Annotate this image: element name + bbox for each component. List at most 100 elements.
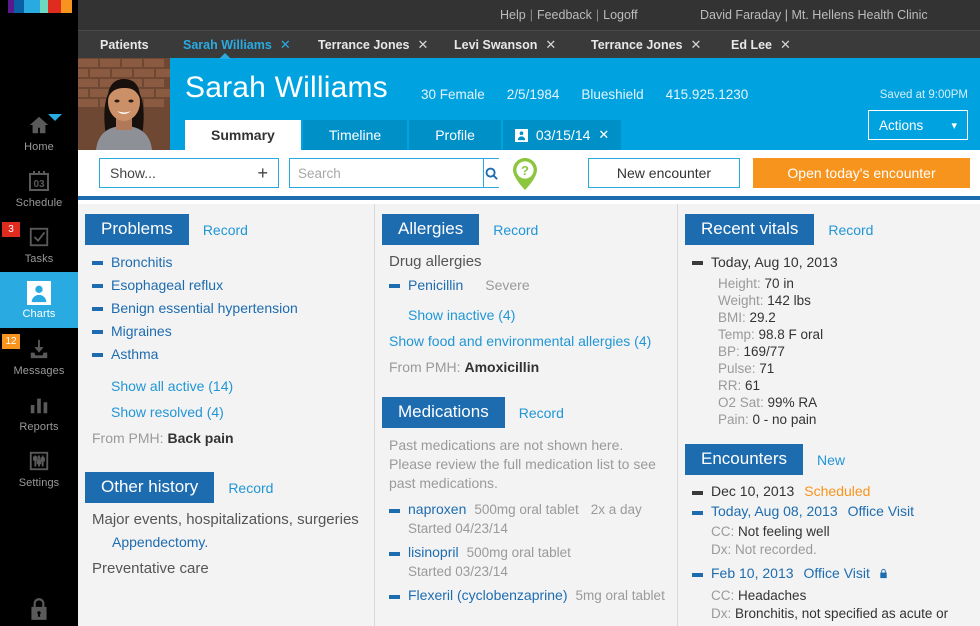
medication-name[interactable]: naproxen: [408, 501, 466, 517]
allergies-record-link[interactable]: Record: [493, 222, 538, 238]
problem-item[interactable]: Migraines: [92, 322, 364, 341]
problem-label[interactable]: Asthma: [111, 345, 158, 364]
top-utility-bar: Help | Feedback | Logoff David Faraday | Mt.…: [78, 0, 980, 31]
bullet-dash-icon[interactable]: [92, 284, 103, 288]
bullet-dash-icon[interactable]: [692, 573, 703, 577]
tab-profile[interactable]: Profile: [409, 120, 501, 150]
new-encounter-button[interactable]: New encounter: [588, 158, 740, 188]
problem-label[interactable]: Benign essential hypertension: [111, 299, 298, 318]
medications-record-link[interactable]: Record: [519, 405, 564, 421]
encounter-date[interactable]: Feb 10, 2013: [711, 565, 794, 581]
medication-item[interactable]: Flexeril (cyclobenzaprine) 5mg oral table…: [389, 587, 667, 605]
problem-label[interactable]: Migraines: [111, 322, 172, 341]
bullet-dash-icon[interactable]: [92, 307, 103, 311]
patient-tab-sarah-williams[interactable]: Sarah Williams ✕: [183, 31, 291, 58]
medication-frequency: 2x a day: [590, 502, 642, 517]
vital-value: 99% RA: [767, 395, 818, 410]
bullet-dash-icon[interactable]: [389, 552, 400, 556]
medication-dose: 500mg oral tablet: [466, 545, 571, 560]
problems-record-link[interactable]: Record: [203, 222, 248, 238]
help-link[interactable]: Help: [500, 8, 526, 22]
other-history-record-link[interactable]: Record: [228, 480, 273, 496]
logoff-link[interactable]: Logoff: [603, 8, 638, 22]
encounters-new-link[interactable]: New: [817, 452, 845, 468]
search-input[interactable]: [290, 159, 483, 187]
vital-row: Pulse: 71: [718, 360, 970, 377]
search-icon[interactable]: [483, 159, 499, 187]
lock-icon[interactable]: [0, 594, 78, 624]
patient-tab-patients[interactable]: Patients: [100, 31, 149, 58]
patient-tab-ed-lee[interactable]: Ed Lee ✕: [731, 31, 791, 58]
show-resolved-link[interactable]: Show resolved (4): [111, 402, 364, 422]
sidebar-item-reports[interactable]: Reports: [0, 384, 78, 440]
allergy-name[interactable]: Penicillin: [408, 276, 463, 295]
allergies-title: Allergies: [382, 214, 480, 245]
sidebar-item-messages[interactable]: 12 Messages: [0, 328, 78, 384]
problem-label[interactable]: Bronchitis: [111, 253, 172, 272]
plus-icon: +: [257, 163, 268, 183]
bullet-dash-icon[interactable]: [692, 511, 703, 515]
tab-summary[interactable]: Summary: [185, 120, 301, 150]
bullet-dash-icon[interactable]: [92, 261, 103, 265]
sidebar-item-schedule[interactable]: 03 Schedule: [0, 160, 78, 216]
close-icon[interactable]: ✕: [690, 38, 701, 51]
tab-03-15-14[interactable]: 03/15/14 ✕: [502, 120, 622, 150]
encounter-type[interactable]: Office Visit: [848, 503, 914, 519]
other-history-title: Other history: [85, 472, 215, 503]
encounter-item[interactable]: Today, Aug 08, 2013 Office Visit: [692, 503, 970, 521]
bullet-dash-icon[interactable]: [92, 353, 103, 357]
close-icon[interactable]: ✕: [545, 38, 556, 51]
sidebar-item-settings[interactable]: Settings: [0, 440, 78, 496]
allergies-pmh-label: From PMH:: [389, 359, 461, 375]
bullet-dash-icon[interactable]: [389, 284, 400, 288]
patient-tab-label: Sarah Williams: [183, 37, 272, 52]
allergies-show-inactive-link[interactable]: Show inactive (4): [408, 305, 667, 325]
problem-item[interactable]: Asthma: [92, 345, 364, 364]
bullet-dash-icon[interactable]: [389, 595, 400, 599]
recent-vitals-record-link[interactable]: Record: [828, 222, 873, 238]
sidebar-item-home[interactable]: Home: [0, 104, 78, 160]
problem-item[interactable]: Bronchitis: [92, 253, 364, 272]
encounter-type[interactable]: Office Visit: [804, 565, 870, 581]
medication-name[interactable]: lisinopril: [408, 544, 459, 560]
encounter-item[interactable]: Feb 10, 2013 Office Visit: [692, 565, 970, 585]
sidebar-item-tasks[interactable]: 3 Tasks: [0, 216, 78, 272]
patient-tab-levi-swanson[interactable]: Levi Swanson ✕: [454, 31, 556, 58]
actions-button[interactable]: Actions ▾: [868, 110, 968, 140]
patient-tab-terrance-jones[interactable]: Terrance Jones ✕: [591, 31, 701, 58]
open-todays-encounter-button[interactable]: Open today's encounter: [753, 158, 970, 188]
close-icon[interactable]: ✕: [780, 38, 791, 51]
bullet-dash-icon[interactable]: [389, 509, 400, 513]
encounter-dx: Dx: Not recorded.: [711, 541, 970, 559]
problem-item[interactable]: Benign essential hypertension: [92, 299, 364, 318]
encounter-date[interactable]: Dec 10, 2013: [711, 483, 794, 499]
other-history-item-appendectomy[interactable]: Appendectomy.: [112, 534, 364, 550]
allergies-show-food-env-link[interactable]: Show food and environmental allergies (4…: [389, 331, 667, 351]
encounter-item[interactable]: Dec 10, 2013 Scheduled: [692, 483, 970, 501]
show-filter-dropdown[interactable]: Show... +: [99, 158, 279, 188]
tab-timeline[interactable]: Timeline: [302, 120, 408, 150]
medication-item[interactable]: lisinopril 500mg oral tablet: [389, 544, 667, 562]
person-icon: [514, 128, 528, 142]
feedback-link[interactable]: Feedback: [537, 8, 592, 22]
medication-name[interactable]: Flexeril (cyclobenzaprine): [408, 587, 568, 603]
problem-item[interactable]: Esophageal reflux: [92, 276, 364, 295]
close-icon[interactable]: ✕: [417, 38, 428, 51]
checkbox-icon: [26, 224, 52, 250]
close-icon[interactable]: ✕: [598, 127, 609, 143]
allergy-item[interactable]: Penicillin Severe: [389, 276, 667, 295]
bullet-dash-icon[interactable]: [92, 330, 103, 334]
problems-list: Bronchitis Esophageal reflux Benign essent…: [78, 253, 374, 364]
encounter-date[interactable]: Today, Aug 08, 2013: [711, 503, 838, 519]
sidebar-item-charts[interactable]: Charts: [0, 272, 78, 328]
patient-tab-terrance-jones[interactable]: Terrance Jones ✕: [318, 31, 428, 58]
avatar: [78, 58, 170, 150]
vital-row: Pain: 0 - no pain: [718, 411, 970, 428]
bullet-dash-icon[interactable]: [692, 491, 703, 495]
show-all-active-link[interactable]: Show all active (14): [111, 376, 364, 396]
medication-item[interactable]: naproxen 500mg oral tablet 2x a day: [389, 501, 667, 519]
close-icon[interactable]: ✕: [280, 38, 291, 51]
help-pin-icon[interactable]: ?: [512, 157, 538, 191]
bullet-dash-icon[interactable]: [692, 261, 703, 265]
problem-label[interactable]: Esophageal reflux: [111, 276, 223, 295]
